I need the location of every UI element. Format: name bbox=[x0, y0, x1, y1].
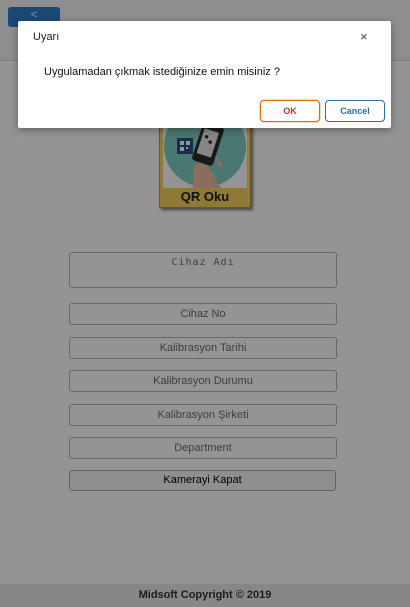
close-icon[interactable]: × bbox=[360, 30, 368, 44]
dialog-message: Uygulamadan çıkmak istediğinize emin mis… bbox=[44, 66, 280, 78]
exit-confirm-dialog: Uyarı × Uygulamadan çıkmak istediğinize … bbox=[18, 21, 391, 128]
ok-button[interactable]: OK bbox=[260, 100, 320, 122]
cancel-button[interactable]: Cancel bbox=[325, 100, 385, 122]
dialog-title: Uyarı bbox=[33, 31, 60, 43]
